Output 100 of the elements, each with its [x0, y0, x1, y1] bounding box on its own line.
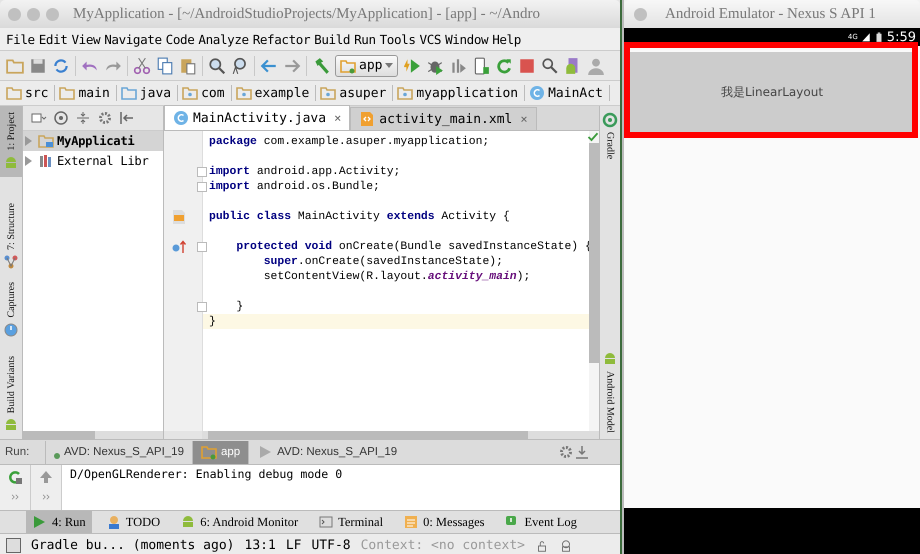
stop-icon[interactable] [518, 56, 536, 74]
back-arrow-icon[interactable] [260, 56, 278, 74]
books-icon [38, 153, 54, 169]
tree-item[interactable]: MyApplicati [23, 131, 163, 151]
class-icon [173, 110, 189, 126]
run-tab[interactable]: AVD: Nexus_S_API_19 [248, 440, 406, 464]
apply-changes-icon[interactable] [495, 56, 514, 74]
close-icon[interactable]: × [334, 111, 342, 125]
menu-item[interactable]: Refactor [252, 32, 310, 46]
menu-item[interactable]: View [71, 32, 100, 46]
copy-icon[interactable] [156, 56, 174, 74]
scrollbar-thumb[interactable] [589, 143, 599, 363]
user-icon[interactable] [587, 56, 606, 74]
collapse-icon[interactable] [75, 110, 91, 126]
forward-arrow-icon[interactable] [283, 56, 301, 74]
tool-window-tab[interactable]: 1: Project [0, 106, 22, 177]
code-line: import android.app.Activity; [209, 166, 400, 178]
breadcrumb[interactable]: java [118, 85, 178, 101]
tool-window-tab[interactable]: Captures [0, 276, 22, 344]
make-run-icon[interactable] [403, 56, 422, 74]
tool-window-tab[interactable]: Build Variants [0, 350, 22, 439]
fold-marker[interactable] [197, 166, 207, 176]
breadcrumb[interactable]: com [180, 85, 232, 101]
code-editor[interactable] [164, 131, 599, 431]
sdk-search-icon[interactable] [541, 56, 560, 74]
fold-marker[interactable] [197, 302, 207, 312]
fold-marker[interactable] [197, 182, 207, 192]
code-line: super.onCreate(savedInstanceState); [262, 256, 503, 268]
menu-item[interactable]: VCS [420, 32, 442, 46]
hide-panel-icon[interactable] [119, 110, 135, 126]
code-line: package com.example.asuper.myapplication; [209, 136, 490, 148]
editor-tab[interactable]: MainActivity.java × [164, 105, 350, 130]
scrollbar-thumb[interactable] [23, 431, 95, 439]
device-icon[interactable] [472, 56, 490, 74]
replace-icon[interactable] [231, 56, 249, 74]
menu-item[interactable]: Run [354, 32, 376, 46]
messages-icon[interactable] [403, 514, 420, 530]
code-line: public class MainActivity extends Activity { [209, 210, 510, 222]
minimize-button[interactable] [27, 8, 40, 20]
menu-item[interactable]: Tools [380, 32, 416, 46]
android-folder-icon [340, 58, 356, 74]
fold-marker[interactable] [197, 242, 207, 252]
stopwatch-icon[interactable] [3, 321, 19, 338]
tool-tab[interactable]: Event Log [498, 511, 583, 533]
tree-icon[interactable] [3, 254, 19, 270]
tool-tab[interactable]: Terminal [312, 511, 390, 533]
run-config-dropdown[interactable]: app [335, 54, 398, 76]
caret-position[interactable]: 13:1 [244, 538, 276, 553]
breadcrumb[interactable]: main [57, 85, 117, 101]
tool-tab[interactable]: 4: Run [26, 511, 92, 533]
tool-window-tab[interactable]: Android Model [600, 345, 620, 439]
menu-item[interactable]: Code [166, 32, 194, 46]
menu-item[interactable]: Help [492, 32, 521, 46]
menu-item[interactable]: Navigate [104, 32, 162, 46]
breadcrumb[interactable]: asuper [318, 85, 394, 101]
tool-tab[interactable]: TODO [100, 511, 166, 533]
check-icon [587, 131, 599, 143]
settings-icon[interactable] [97, 110, 113, 126]
rerun-icon[interactable] [7, 469, 23, 485]
editor-tab[interactable]: activity_main.xml × [350, 107, 537, 130]
breadcrumb[interactable]: src [4, 85, 56, 101]
search-icon[interactable] [208, 56, 226, 74]
tree-item[interactable]: External Libr [23, 151, 163, 171]
package-icon [236, 85, 252, 101]
close-button[interactable] [8, 8, 21, 20]
maximize-button[interactable] [46, 8, 59, 20]
close-button[interactable] [634, 8, 647, 20]
close-icon[interactable]: × [520, 112, 528, 126]
tool-window-tab[interactable]: Gradle [600, 106, 620, 166]
locate-icon[interactable] [53, 110, 69, 126]
breadcrumb[interactable]: example [234, 85, 316, 101]
menu-item[interactable]: Analyze [198, 32, 249, 46]
breadcrumb[interactable]: MainAct [527, 85, 610, 101]
android-icon[interactable] [3, 417, 19, 433]
code-line: } [235, 300, 244, 312]
open-folder-icon[interactable] [6, 56, 24, 74]
sync-icon[interactable] [52, 56, 70, 74]
up-arrow-icon[interactable] [38, 469, 54, 485]
cut-icon[interactable] [133, 56, 151, 74]
tool-tab[interactable]: 0: Messages [397, 511, 491, 533]
file-encoding[interactable]: UTF-8 [311, 538, 351, 553]
gradle-icon[interactable] [602, 112, 618, 128]
save-icon[interactable] [29, 56, 47, 74]
device-dot-icon [54, 452, 60, 458]
status-message: Gradle bu... (moments ago) [31, 538, 234, 553]
tool-window-tab[interactable]: 7: Structure [0, 196, 22, 276]
terminal-icon[interactable] [318, 514, 334, 530]
line-separator[interactable]: LF [286, 538, 302, 553]
scrollbar-thumb[interactable] [208, 431, 528, 439]
breadcrumb[interactable]: myapplication [395, 85, 526, 101]
menu-item[interactable]: Build [314, 32, 350, 46]
tool-tab[interactable]: 6: Android Monitor [174, 511, 304, 533]
menu-item[interactable]: Window [445, 32, 488, 46]
settings-icon[interactable] [558, 444, 574, 460]
class-icon [529, 85, 546, 101]
paste-icon[interactable] [179, 56, 197, 74]
menu-item[interactable]: File [6, 32, 35, 46]
menu-item[interactable]: Edit [38, 32, 68, 46]
toggle-panels-icon[interactable] [6, 538, 21, 553]
download-icon[interactable] [574, 444, 590, 460]
